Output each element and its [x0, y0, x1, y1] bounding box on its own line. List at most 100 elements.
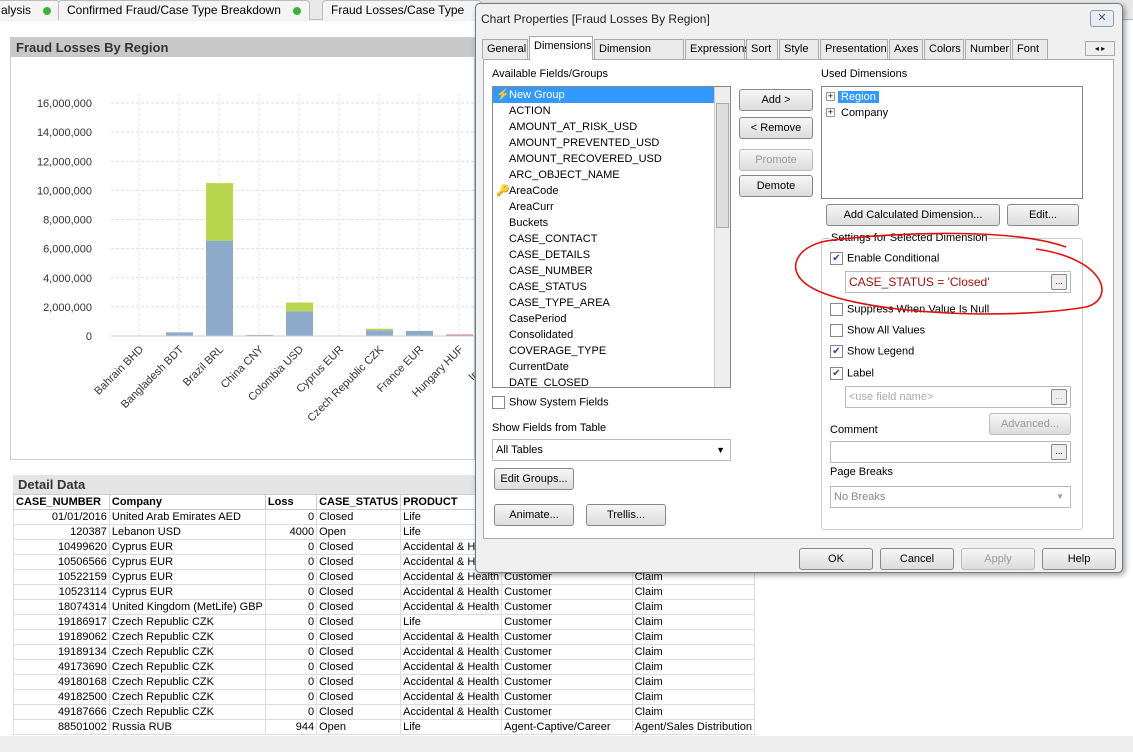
- table-select[interactable]: All Tables ▼: [492, 439, 731, 461]
- column-header[interactable]: Company: [108, 494, 266, 510]
- add-button[interactable]: Add >: [739, 89, 813, 111]
- table-row[interactable]: 88501002 Russia RUB 944 Open Life Agent-Capti…: [13, 719, 756, 735]
- close-icon[interactable]: ✕: [1090, 10, 1114, 27]
- table-row[interactable]: 49180168 Czech Republic CZK 0 Closed Acciden…: [13, 674, 756, 690]
- sheet-tab-fraud-losses[interactable]: Fraud Losses/Case Type: [322, 0, 482, 20]
- field-list-item[interactable]: CasePeriod: [493, 311, 730, 327]
- field-list-item[interactable]: ⚡ New Group: [493, 87, 730, 103]
- tab-font[interactable]: Font: [1012, 39, 1048, 59]
- cancel-button[interactable]: Cancel: [880, 548, 954, 570]
- table-row[interactable]: 49187666 Czech Republic CZK 0 Closed Acciden…: [13, 704, 756, 720]
- show-system-fields-checkbox[interactable]: Show System Fields: [492, 396, 609, 409]
- apply-button[interactable]: Apply: [961, 548, 1035, 570]
- ellipsis-button[interactable]: ...: [1051, 444, 1067, 460]
- field-list-item[interactable]: AreaCurr: [493, 199, 730, 215]
- table-cell: Customer: [501, 629, 633, 645]
- tab-colors[interactable]: Colors: [924, 39, 964, 59]
- used-dimension-company[interactable]: + Company: [822, 105, 1082, 121]
- table-cell: 10499620: [13, 539, 110, 555]
- field-list-item[interactable]: AMOUNT_PREVENTED_USD: [493, 135, 730, 151]
- field-list-item[interactable]: Buckets: [493, 215, 730, 231]
- column-header[interactable]: CASE_STATUS: [316, 494, 402, 510]
- bar-segment[interactable]: [286, 302, 313, 312]
- field-list-item[interactable]: CASE_CONTACT: [493, 231, 730, 247]
- field-list-item[interactable]: AMOUNT_RECOVERED_USD: [493, 151, 730, 167]
- available-fields-list[interactable]: ⚡ New Group ACTION AMOUNT_AT_RISK_USD AMOUNT…: [492, 86, 731, 388]
- field-list-item[interactable]: ACTION: [493, 103, 730, 119]
- tab-dimension-limits[interactable]: Dimension Limits: [594, 39, 684, 74]
- bar-segment[interactable]: [206, 183, 233, 241]
- tab-scroll-arrows-icon[interactable]: ◂ ▸: [1085, 41, 1115, 56]
- field-list-item[interactable]: CASE_NUMBER: [493, 263, 730, 279]
- demote-button[interactable]: Demote: [739, 175, 813, 197]
- table-row[interactable]: 19189134 Czech Republic CZK 0 Closed Acciden…: [13, 644, 756, 660]
- group-icon: ⚡: [496, 89, 510, 101]
- column-header[interactable]: Loss: [264, 494, 318, 510]
- tab-general[interactable]: General: [482, 39, 528, 59]
- table-cell: 944: [264, 719, 318, 735]
- edit-groups-button[interactable]: Edit Groups...: [494, 468, 574, 490]
- tab-presentation[interactable]: Presentation: [820, 39, 888, 59]
- tab-sort[interactable]: Sort: [746, 39, 778, 59]
- ok-button[interactable]: OK: [799, 548, 873, 570]
- add-calculated-dimension-button[interactable]: Add Calculated Dimension...: [826, 204, 1000, 226]
- table-row[interactable]: 19186917 Czech Republic CZK 0 Closed Life Cus…: [13, 614, 756, 630]
- field-list-item[interactable]: CurrentDate: [493, 359, 730, 375]
- field-list-item[interactable]: ARC_OBJECT_NAME: [493, 167, 730, 183]
- advanced-button[interactable]: Advanced...: [989, 413, 1071, 435]
- field-list-item[interactable]: DATE_CLOSED: [493, 375, 730, 387]
- bar-segment[interactable]: [286, 311, 313, 336]
- label-checkbox[interactable]: ✔ Label: [830, 367, 874, 380]
- expand-icon[interactable]: +: [826, 92, 835, 101]
- remove-button[interactable]: < Remove: [739, 117, 813, 139]
- trellis-button[interactable]: Trellis...: [586, 504, 666, 526]
- tab-style[interactable]: Style: [779, 39, 819, 59]
- sheet-tab-analysis[interactable]: alysis: [0, 0, 61, 20]
- ellipsis-button[interactable]: ...: [1051, 389, 1067, 405]
- bar-segment[interactable]: [206, 240, 233, 336]
- column-header[interactable]: CASE_NUMBER: [13, 494, 110, 510]
- field-list-item[interactable]: CASE_STATUS: [493, 279, 730, 295]
- table-row[interactable]: 49173690 Czech Republic CZK 0 Closed Acciden…: [13, 659, 756, 675]
- chart-object[interactable]: Fraud Losses By Region 0 2,000,000 4,000,0…: [10, 37, 506, 460]
- edit-button[interactable]: Edit...: [1007, 204, 1079, 226]
- promote-button[interactable]: Promote: [739, 149, 813, 171]
- tab-expressions[interactable]: Expressions: [685, 39, 750, 59]
- sheet-tab-confirmed-fraud[interactable]: Confirmed Fraud/Case Type Breakdown: [58, 0, 310, 20]
- table-row[interactable]: 19189062 Czech Republic CZK 0 Closed Acciden…: [13, 629, 756, 645]
- table-cell: Closed: [316, 614, 402, 630]
- used-dimensions-list[interactable]: + Region + Company: [821, 86, 1083, 199]
- table-cell: Claim: [631, 689, 756, 705]
- field-list-item[interactable]: CASE_TYPE_AREA: [493, 295, 730, 311]
- tab-dimensions[interactable]: Dimensions: [529, 36, 593, 60]
- field-list-item[interactable]: CASE_DETAILS: [493, 247, 730, 263]
- table-cell: Claim: [631, 614, 756, 630]
- bar-segment[interactable]: [366, 328, 393, 331]
- show-legend-checkbox[interactable]: ✔ Show Legend: [830, 345, 914, 358]
- page-breaks-select[interactable]: No Breaks ▼: [830, 486, 1071, 508]
- table-cell: Agent/Sales Distribution: [631, 719, 756, 735]
- bar-segment[interactable]: [406, 330, 433, 336]
- field-list-item[interactable]: COVERAGE_TYPE: [493, 343, 730, 359]
- bar-segment[interactable]: [366, 330, 393, 336]
- table-cell: Agent-Captive/Career: [501, 719, 633, 735]
- expand-icon[interactable]: +: [826, 108, 835, 117]
- animate-button[interactable]: Animate...: [494, 504, 574, 526]
- help-button[interactable]: Help: [1042, 548, 1116, 570]
- used-dimension-region[interactable]: + Region: [822, 89, 1082, 105]
- field-list-item[interactable]: AMOUNT_AT_RISK_USD: [493, 119, 730, 135]
- tab-axes[interactable]: Axes: [889, 39, 923, 59]
- label-field[interactable]: <use field name>...: [845, 386, 1071, 408]
- table-row[interactable]: 10523114 Cyprus EUR 0 Closed Accidental & He…: [13, 584, 756, 600]
- field-list-item[interactable]: 🔑 AreaCode: [493, 183, 730, 199]
- table-row[interactable]: 18074314 United Kingdom (MetLife) GBP 0 Clo…: [13, 599, 756, 615]
- field-list-item[interactable]: Consolidated: [493, 327, 730, 343]
- table-cell: 0: [264, 539, 318, 555]
- show-all-values-checkbox[interactable]: Show All Values: [830, 324, 925, 337]
- bar-segment[interactable]: [166, 332, 193, 336]
- comment-field[interactable]: ...: [830, 441, 1071, 463]
- tab-number[interactable]: Number: [965, 39, 1011, 59]
- list-scrollbar[interactable]: [714, 87, 730, 387]
- table-cell: Accidental & Health: [400, 659, 503, 675]
- table-row[interactable]: 49182500 Czech Republic CZK 0 Closed Acciden…: [13, 689, 756, 705]
